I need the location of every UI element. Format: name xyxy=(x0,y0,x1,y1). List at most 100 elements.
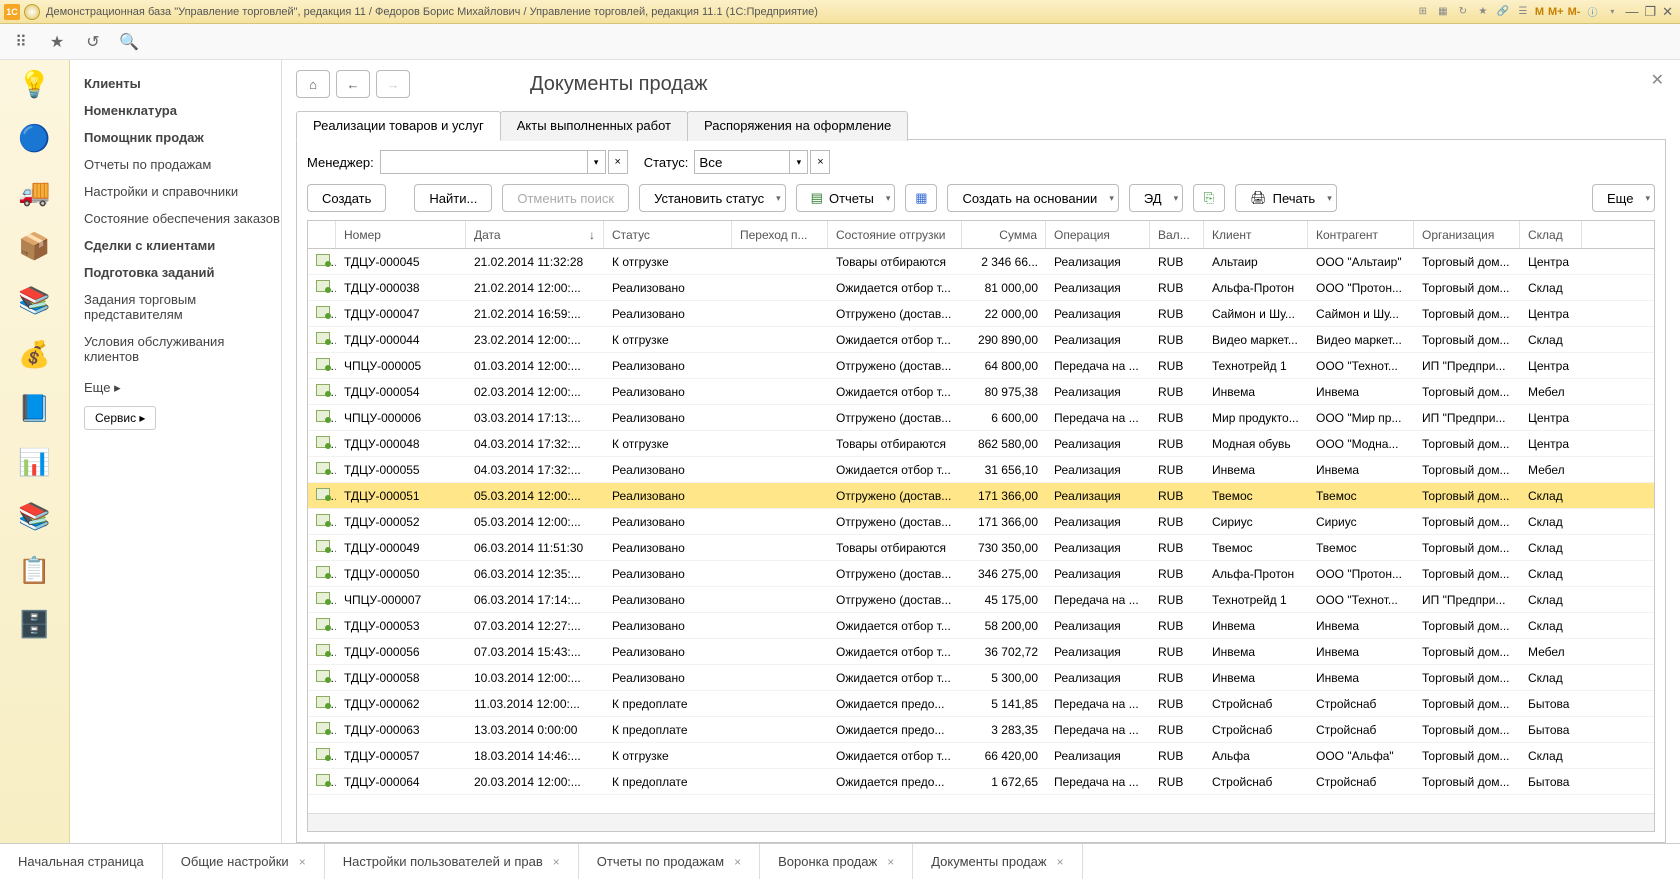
table-row[interactable]: ТДЦУ-00006313.03.2014 0:00:00К предоплат… xyxy=(308,717,1654,743)
table-row[interactable]: ТДЦУ-00006420.03.2014 12:00:...К предопл… xyxy=(308,769,1654,795)
tab-close-icon[interactable]: × xyxy=(1057,855,1064,869)
col-counterparty[interactable]: Контрагент xyxy=(1308,221,1414,248)
rail-icon-9[interactable]: 📋 xyxy=(14,554,56,586)
rail-icon-6[interactable]: 📘 xyxy=(14,392,56,424)
col-icon[interactable] xyxy=(308,221,336,248)
window-tab-2[interactable]: Настройки пользователей и прав× xyxy=(325,844,579,879)
table-row[interactable]: ТДЦУ-00005504.03.2014 17:32:...Реализова… xyxy=(308,457,1654,483)
window-tab-3[interactable]: Отчеты по продажам× xyxy=(579,844,760,879)
rail-icon-10[interactable]: 🗄️ xyxy=(14,608,56,640)
export-icon[interactable]: ⎘ xyxy=(1193,184,1225,212)
table-row[interactable]: ТДЦУ-00005006.03.2014 12:35:...Реализова… xyxy=(308,561,1654,587)
status-input[interactable] xyxy=(694,150,790,174)
search-icon[interactable]: 🔍 xyxy=(120,33,138,51)
window-tab-5[interactable]: Документы продаж× xyxy=(913,844,1082,879)
favorites-icon[interactable]: ★ xyxy=(48,33,66,51)
table-row[interactable]: ТДЦУ-00004423.02.2014 12:00:...К отгрузк… xyxy=(308,327,1654,353)
grid-body[interactable]: ТДЦУ-00004521.02.2014 11:32:28К отгрузке… xyxy=(308,249,1654,813)
table-row[interactable]: ТДЦУ-00005307.03.2014 12:27:...Реализова… xyxy=(308,613,1654,639)
table-row[interactable]: ТДЦУ-00004804.03.2014 17:32:...К отгрузк… xyxy=(308,431,1654,457)
nav-item-0[interactable]: Клиенты xyxy=(84,70,281,97)
table-row[interactable]: ТДЦУ-00005205.03.2014 12:00:...Реализова… xyxy=(308,509,1654,535)
manager-clear-icon[interactable]: × xyxy=(608,150,628,174)
calendar-icon[interactable]: ▦ xyxy=(1435,4,1451,20)
tab-close-icon[interactable]: × xyxy=(553,855,560,869)
tab-2[interactable]: Распоряжения на оформление xyxy=(687,111,908,141)
table-row[interactable]: ЧПЦУ-00000706.03.2014 17:14:...Реализова… xyxy=(308,587,1654,613)
info-dd-icon[interactable]: ▾ xyxy=(1604,4,1620,20)
window-tab-1[interactable]: Общие настройки× xyxy=(163,844,325,879)
link-icon[interactable]: 🔗 xyxy=(1495,4,1511,20)
cancel-search-button[interactable]: Отменить поиск xyxy=(502,184,629,212)
table-row[interactable]: ТДЦУ-00005402.03.2014 12:00:...Реализова… xyxy=(308,379,1654,405)
m-minus-button[interactable]: M- xyxy=(1568,6,1581,18)
status-dropdown-icon[interactable]: ▾ xyxy=(790,150,808,174)
col-sum[interactable]: Сумма xyxy=(962,221,1046,248)
window-tab-0[interactable]: Начальная страница xyxy=(0,844,163,879)
col-date[interactable]: Дата↓ xyxy=(466,221,604,248)
col-warehouse[interactable]: Склад xyxy=(1520,221,1582,248)
find-button[interactable]: Найти... xyxy=(414,184,492,212)
apps-icon[interactable]: ⠿ xyxy=(12,33,30,51)
table-row[interactable]: ЧПЦУ-00000603.03.2014 17:13:...Реализова… xyxy=(308,405,1654,431)
service-button[interactable]: Сервис ▸ xyxy=(84,406,156,430)
list-mode-icon[interactable]: ▦ xyxy=(905,184,937,212)
page-close-icon[interactable]: ✕ xyxy=(1651,70,1664,90)
col-client[interactable]: Клиент xyxy=(1204,221,1308,248)
forward-button[interactable]: → xyxy=(376,70,410,98)
nav-item-1[interactable]: Номенклатура xyxy=(84,97,281,124)
nav-item-2[interactable]: Помощник продаж xyxy=(84,124,281,151)
table-row[interactable]: ТДЦУ-00005105.03.2014 12:00:...Реализова… xyxy=(308,483,1654,509)
table-row[interactable]: ТДЦУ-00005718.03.2014 14:46:...К отгрузк… xyxy=(308,743,1654,769)
rail-icon-0[interactable]: 💡 xyxy=(14,68,56,100)
table-row[interactable]: ТДЦУ-00003821.02.2014 12:00:...Реализова… xyxy=(308,275,1654,301)
back-button[interactable]: ← xyxy=(336,70,370,98)
more-button[interactable]: Еще▾ xyxy=(1592,184,1655,212)
reports-button[interactable]: ▤Отчеты▾ xyxy=(796,184,896,212)
ed-button[interactable]: ЭД▾ xyxy=(1129,184,1183,212)
nav-item-7[interactable]: Подготовка заданий xyxy=(84,259,281,286)
rail-icon-5[interactable]: 💰 xyxy=(14,338,56,370)
m-plus-button[interactable]: M+ xyxy=(1548,6,1564,18)
manager-dropdown-icon[interactable]: ▾ xyxy=(588,150,606,174)
col-currency[interactable]: Вал... xyxy=(1150,221,1204,248)
col-number[interactable]: Номер xyxy=(336,221,466,248)
table-row[interactable]: ТДЦУ-00004521.02.2014 11:32:28К отгрузке… xyxy=(308,249,1654,275)
system-menu-icon[interactable] xyxy=(24,4,40,20)
window-tab-4[interactable]: Воронка продаж× xyxy=(760,844,913,879)
rail-icon-3[interactable]: 📦 xyxy=(14,230,56,262)
nav-more[interactable]: Еще ▸ xyxy=(84,370,281,402)
nav-item-4[interactable]: Настройки и справочники xyxy=(84,178,281,205)
nav-item-5[interactable]: Состояние обеспечения заказов xyxy=(84,205,281,232)
status-clear-icon[interactable]: × xyxy=(810,150,830,174)
col-organization[interactable]: Организация xyxy=(1414,221,1520,248)
tab-1[interactable]: Акты выполненных работ xyxy=(500,111,688,141)
grid-hscrollbar[interactable] xyxy=(308,813,1654,831)
col-status[interactable]: Статус xyxy=(604,221,732,248)
table-row[interactable]: ТДЦУ-00004721.02.2014 16:59:...Реализова… xyxy=(308,301,1654,327)
refresh-icon[interactable]: ↻ xyxy=(1455,4,1471,20)
manager-input[interactable] xyxy=(380,150,588,174)
m-button[interactable]: M xyxy=(1535,6,1544,18)
star-icon[interactable]: ★ xyxy=(1475,4,1491,20)
table-row[interactable]: ТДЦУ-00005607.03.2014 15:43:...Реализова… xyxy=(308,639,1654,665)
rail-icon-1[interactable]: 🔵 xyxy=(14,122,56,154)
bars-icon[interactable]: ☰ xyxy=(1515,4,1531,20)
window-close-icon[interactable]: ✕ xyxy=(1662,4,1673,20)
info-icon[interactable]: ⓘ xyxy=(1584,4,1600,20)
home-button[interactable]: ⌂ xyxy=(296,70,330,98)
nav-item-6[interactable]: Сделки с клиентами xyxy=(84,232,281,259)
history-icon[interactable]: ↺ xyxy=(84,33,102,51)
nav-item-8[interactable]: Задания торговым представителям xyxy=(84,286,281,328)
print-button[interactable]: 🖨Печать▾ xyxy=(1235,184,1337,212)
rail-icon-7[interactable]: 📊 xyxy=(14,446,56,478)
rail-icon-4[interactable]: 📚 xyxy=(14,284,56,316)
window-restore-icon[interactable]: ❐ xyxy=(1644,4,1656,20)
nav-item-3[interactable]: Отчеты по продажам xyxy=(84,151,281,178)
col-operation[interactable]: Операция xyxy=(1046,221,1150,248)
create-based-button[interactable]: Создать на основании▾ xyxy=(947,184,1118,212)
tab-close-icon[interactable]: × xyxy=(299,855,306,869)
table-row[interactable]: ТДЦУ-00004906.03.2014 11:51:30Реализован… xyxy=(308,535,1654,561)
tab-close-icon[interactable]: × xyxy=(887,855,894,869)
col-transition[interactable]: Переход п... xyxy=(732,221,828,248)
